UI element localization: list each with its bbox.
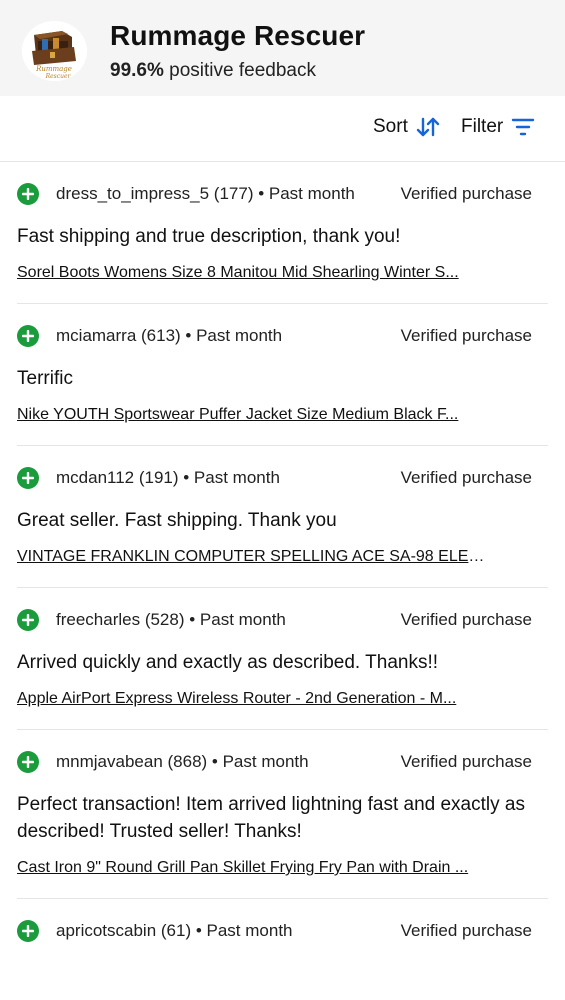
review-header: freecharles (528) • Past month Verified … <box>17 609 548 631</box>
positive-rating-icon <box>17 609 39 631</box>
positive-rating-icon <box>17 325 39 347</box>
verified-purchase-label: Verified purchase <box>400 468 532 487</box>
sort-button[interactable]: Sort <box>373 116 440 138</box>
review-item: mnmjavabean (868) • Past month Verified … <box>17 751 548 899</box>
review-item: mciamarra (613) • Past month Verified pu… <box>17 325 548 446</box>
positive-rating-icon <box>17 920 39 942</box>
reviewer-info[interactable]: mnmjavabean (868) • Past month <box>56 752 309 772</box>
review-header: dress_to_impress_5 (177) • Past month Ve… <box>17 183 548 205</box>
seller-logo[interactable]: Rummage Rescuer <box>22 21 87 81</box>
review-comment: Terrific <box>17 368 73 389</box>
review-comment: Fast shipping and true description, than… <box>17 226 401 247</box>
verified-purchase-label: Verified purchase <box>400 184 532 203</box>
seller-header: Rummage Rescuer Rummage Rescuer 99.6% po… <box>0 0 565 96</box>
sort-arrows-icon <box>416 116 440 138</box>
review-item: mcdan112 (191) • Past month Verified pur… <box>17 467 548 588</box>
reviewed-item-link[interactable]: VINTAGE FRANKLIN COMPUTER SPELLING ACE S… <box>17 548 489 566</box>
filter-lines-icon <box>511 117 535 137</box>
review-item: dress_to_impress_5 (177) • Past month Ve… <box>17 183 548 304</box>
review-header: mnmjavabean (868) • Past month Verified … <box>17 751 548 773</box>
review-header: apricotscabin (61) • Past month Verified… <box>17 920 548 942</box>
svg-text:Rescuer: Rescuer <box>45 73 72 80</box>
review-item: freecharles (528) • Past month Verified … <box>17 609 548 730</box>
seller-name[interactable]: Rummage Rescuer <box>110 20 365 52</box>
reviewer-info[interactable]: freecharles (528) • Past month <box>56 610 286 630</box>
sort-filter-toolbar: Sort Filter <box>0 96 565 162</box>
review-header: mciamarra (613) • Past month Verified pu… <box>17 325 548 347</box>
reviewer-info[interactable]: mcdan112 (191) • Past month <box>56 468 280 488</box>
treasure-chest-logo-icon: Rummage Rescuer <box>22 21 87 81</box>
review-comment: Great seller. Fast shipping. Thank you <box>17 510 337 531</box>
feedback-label: positive feedback <box>169 60 316 81</box>
reviewed-item-link[interactable]: Apple AirPort Express Wireless Router - … <box>17 690 489 708</box>
review-comment: Arrived quickly and exactly as described… <box>17 652 439 673</box>
filter-button[interactable]: Filter <box>461 116 535 138</box>
positive-rating-icon <box>17 467 39 489</box>
reviewed-item-link[interactable]: Sorel Boots Womens Size 8 Manitou Mid Sh… <box>17 264 489 282</box>
svg-text:Rummage: Rummage <box>35 65 72 73</box>
feedback-percent: 99.6% <box>110 60 164 81</box>
reviewed-item-link[interactable]: Cast Iron 9" Round Grill Pan Skillet Fry… <box>17 859 489 877</box>
sort-label: Sort <box>373 116 408 137</box>
review-comment: Perfect transaction! Item arrived lightn… <box>17 794 525 842</box>
review-item: apricotscabin (61) • Past month Verified… <box>17 920 548 942</box>
reviewer-info[interactable]: mciamarra (613) • Past month <box>56 326 282 346</box>
verified-purchase-label: Verified purchase <box>400 752 532 771</box>
review-header: mcdan112 (191) • Past month Verified pur… <box>17 467 548 489</box>
verified-purchase-label: Verified purchase <box>400 921 532 940</box>
positive-feedback: 99.6% positive feedback <box>110 60 316 82</box>
reviewer-info[interactable]: apricotscabin (61) • Past month <box>56 921 293 941</box>
positive-rating-icon <box>17 183 39 205</box>
reviews-list: dress_to_impress_5 (177) • Past month Ve… <box>0 183 565 942</box>
reviewed-item-link[interactable]: Nike YOUTH Sportswear Puffer Jacket Size… <box>17 406 489 424</box>
verified-purchase-label: Verified purchase <box>400 326 532 345</box>
reviewer-info[interactable]: dress_to_impress_5 (177) • Past month <box>56 184 355 204</box>
positive-rating-icon <box>17 751 39 773</box>
filter-label: Filter <box>461 116 504 137</box>
verified-purchase-label: Verified purchase <box>400 610 532 629</box>
